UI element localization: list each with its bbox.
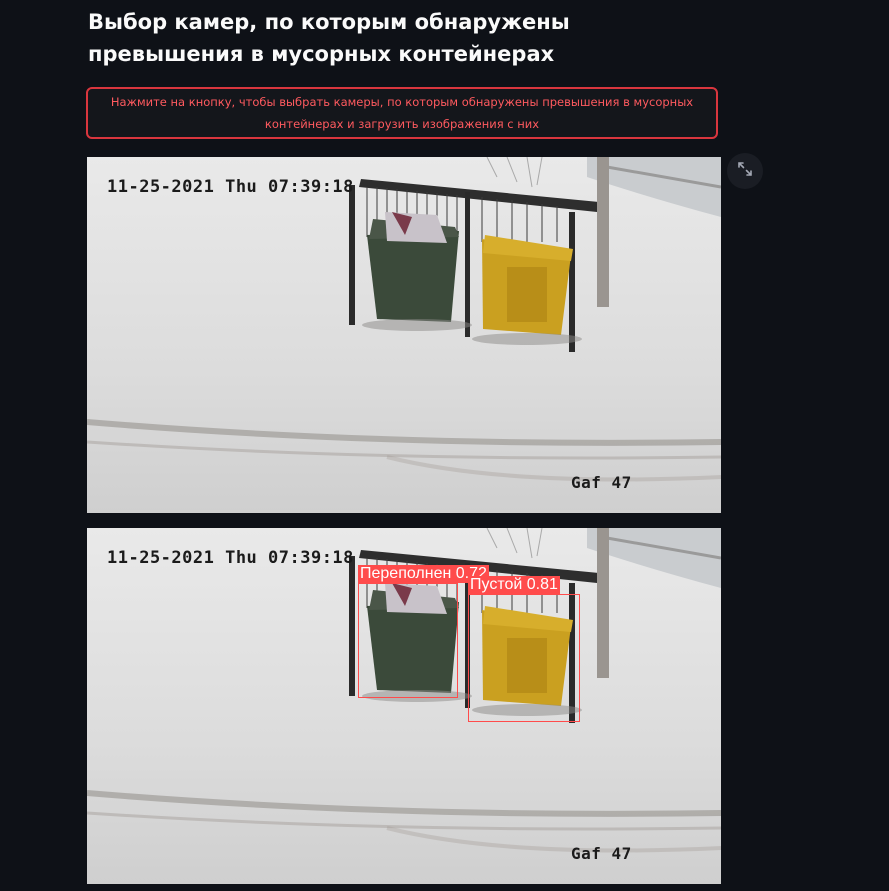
- camera-image-detections: 11-25-2021 Thu 07:39:18 Gaf 47 Переполне…: [87, 528, 721, 884]
- expand-icon: [737, 161, 753, 181]
- page-title: Выбор камер, по которым обнаружены превы…: [88, 10, 570, 66]
- snow-scene: [87, 157, 721, 513]
- select-cameras-button[interactable]: Нажмите на кнопку, чтобы выбрать камеры,…: [86, 87, 718, 139]
- camera-name-overlay: Gaf 47: [571, 473, 632, 492]
- detection-box-empty: [468, 594, 580, 722]
- timestamp-overlay: 11-25-2021 Thu 07:39:18: [107, 548, 354, 568]
- fullscreen-button[interactable]: [727, 153, 763, 189]
- detection-box-overfull: [358, 583, 458, 698]
- select-cameras-button-label: Нажмите на кнопку, чтобы выбрать камеры,…: [110, 95, 694, 131]
- camera-name-overlay: Gaf 47: [571, 844, 632, 863]
- timestamp-overlay: 11-25-2021 Thu 07:39:18: [107, 177, 354, 197]
- camera-image-original: 11-25-2021 Thu 07:39:18 Gaf 47: [87, 157, 721, 513]
- detection-label-empty: Пустой 0.81: [468, 576, 560, 594]
